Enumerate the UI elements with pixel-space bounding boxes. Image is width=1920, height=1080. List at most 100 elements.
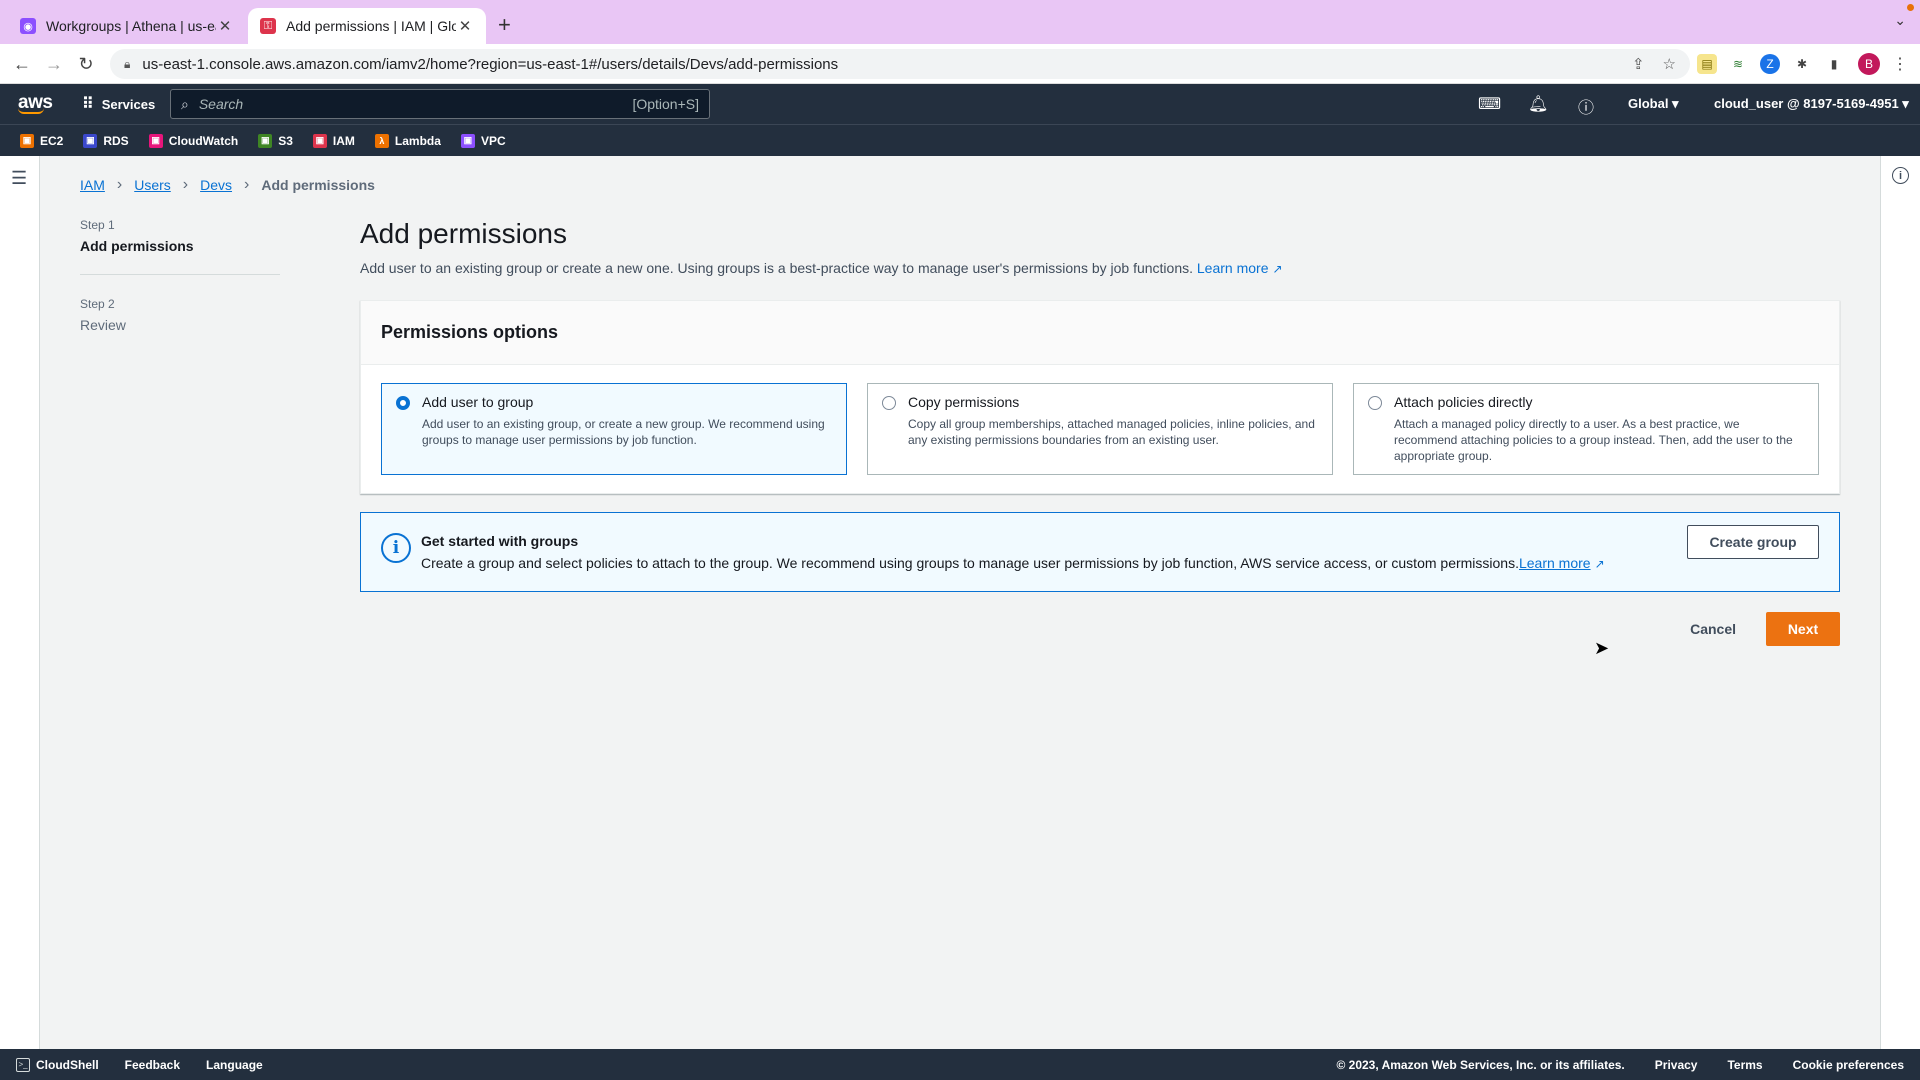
- wizard-steps: Step 1 Add permissions Step 2 Review: [80, 218, 280, 333]
- extension-green-icon[interactable]: ≋: [1728, 54, 1748, 74]
- url-text: us-east-1.console.aws.amazon.com/iamv2/h…: [142, 55, 839, 73]
- permissions-options-tiles: Add user to group Add user to an existin…: [381, 383, 1819, 475]
- search-shortcut: [Option+S]: [632, 96, 699, 112]
- external-link-icon: ↗: [1272, 262, 1283, 276]
- tab-search-chevron-icon[interactable]: ⌄: [1894, 12, 1906, 29]
- breadcrumb-devs[interactable]: Devs: [200, 177, 232, 193]
- option-add-user-to-group[interactable]: Add user to group Add user to an existin…: [381, 383, 847, 475]
- ec2-icon: ▣: [20, 133, 34, 148]
- iam-favicon-icon: ⚿: [260, 18, 276, 34]
- region-selector[interactable]: Global ▾: [1628, 96, 1679, 112]
- notifications-bell-icon[interactable]: 🔔︎: [1528, 94, 1548, 114]
- new-tab-icon[interactable]: +: [498, 12, 511, 38]
- chevron-right-icon: ›: [244, 176, 250, 193]
- extension-notes-icon[interactable]: ▤: [1697, 54, 1717, 74]
- get-started-info-alert: i Get started with groups Create a group…: [360, 512, 1840, 592]
- footer-privacy[interactable]: Privacy: [1655, 1058, 1698, 1072]
- option-label: Copy permissions: [908, 394, 1020, 410]
- info-icon: i: [381, 533, 411, 563]
- alert-body: Create a group and select policies to at…: [421, 555, 1605, 571]
- favorite-ec2[interactable]: ▣ EC2: [20, 133, 63, 148]
- step-divider: [80, 274, 280, 275]
- browser-menu-icon[interactable]: ⋮: [1892, 54, 1908, 74]
- account-menu[interactable]: cloud_user @ 8197-5169-4951 ▾: [1714, 96, 1909, 112]
- favorite-vpc[interactable]: ▣ VPC: [460, 133, 506, 148]
- radio-unchecked[interactable]: [882, 396, 896, 410]
- forward-arrow-icon[interactable]: →: [40, 50, 68, 78]
- option-copy-permissions[interactable]: Copy permissions Copy all group membersh…: [867, 383, 1333, 475]
- option-description: Copy all group memberships, attached man…: [908, 417, 1315, 447]
- back-arrow-icon[interactable]: ←: [8, 50, 36, 78]
- tab-close-icon[interactable]: ✕: [456, 17, 474, 35]
- cancel-button[interactable]: Cancel: [1672, 613, 1754, 645]
- breadcrumb-iam[interactable]: IAM: [80, 177, 105, 193]
- favorite-cloudwatch[interactable]: ▣ CloudWatch: [148, 133, 238, 148]
- radio-checked[interactable]: [396, 396, 410, 410]
- aws-logo[interactable]: aws: [18, 92, 53, 114]
- external-link-icon: ↗: [1594, 557, 1605, 571]
- step-2-title[interactable]: Review: [80, 317, 280, 333]
- share-icon[interactable]: ⇪: [1632, 55, 1645, 73]
- help-question-icon[interactable]: ⓘ: [1578, 94, 1594, 118]
- option-description: Add user to an existing group, or create…: [422, 417, 825, 447]
- cloudshell-icon: >_: [16, 1057, 30, 1072]
- chevron-right-icon: ›: [182, 176, 189, 193]
- rds-icon: ▣: [83, 133, 98, 148]
- radio-unchecked[interactable]: [1368, 396, 1382, 410]
- search-icon: ⌕: [181, 95, 189, 112]
- wizard-actions: Cancel Next: [1672, 612, 1840, 646]
- services-menu-button[interactable]: ⠿ Services: [82, 94, 155, 114]
- footer-feedback[interactable]: Feedback: [125, 1058, 180, 1072]
- address-bar[interactable]: 🔒︎ us-east-1.console.aws.amazon.com/iamv…: [110, 49, 1690, 79]
- reload-icon[interactable]: ↻: [72, 50, 100, 78]
- footer-cookies[interactable]: Cookie preferences: [1793, 1058, 1904, 1072]
- hamburger-menu-icon[interactable]: ☰: [11, 168, 27, 189]
- profile-avatar[interactable]: B: [1858, 53, 1880, 75]
- side-panel-icon[interactable]: ▮: [1824, 54, 1844, 74]
- favorite-iam[interactable]: ▣ IAM: [312, 133, 355, 148]
- footer-terms[interactable]: Terms: [1727, 1058, 1762, 1072]
- learn-more-link[interactable]: Learn more ↗: [1197, 260, 1283, 276]
- breadcrumb-users[interactable]: Users: [134, 177, 171, 193]
- extension-z-icon[interactable]: Z: [1760, 54, 1780, 74]
- step-1-title: Add permissions: [80, 238, 194, 254]
- create-group-button[interactable]: Create group: [1687, 525, 1819, 559]
- alert-learn-more-link[interactable]: Learn more: [1519, 555, 1591, 571]
- footer-cloudshell[interactable]: CloudShell: [36, 1058, 99, 1072]
- cloudshell-terminal-icon[interactable]: ⌨: [1478, 94, 1501, 114]
- aws-top-nav: aws ⠿ Services ⌕ Search [Option+S] ⌨ 🔔︎ …: [0, 84, 1920, 124]
- iam-icon: ▣: [312, 133, 327, 148]
- right-tools-rail: i: [1880, 156, 1920, 1049]
- footer-language[interactable]: Language: [206, 1058, 263, 1072]
- panel-header: Permissions options: [361, 301, 1839, 365]
- aws-search-input[interactable]: ⌕ Search [Option+S]: [170, 89, 710, 119]
- favorite-rds[interactable]: ▣ RDS: [83, 133, 129, 148]
- vpc-icon: ▣: [460, 133, 475, 148]
- page-title: Add permissions: [360, 218, 567, 249]
- chevron-right-icon: ›: [116, 176, 123, 193]
- browser-tab-iam[interactable]: ⚿ Add permissions | IAM | Global ✕: [248, 8, 486, 44]
- lock-icon: 🔒︎: [124, 56, 131, 71]
- extensions-puzzle-icon[interactable]: ✱: [1792, 54, 1812, 74]
- search-placeholder: Search: [198, 96, 244, 112]
- left-nav-rail: ☰: [0, 156, 40, 1049]
- athena-favicon-icon: ◉: [20, 18, 36, 34]
- s3-icon: ▣: [258, 133, 273, 148]
- info-panel-icon[interactable]: i: [1892, 167, 1909, 184]
- mouse-cursor-icon: ➤: [1594, 638, 1610, 658]
- bookmark-star-icon[interactable]: ☆: [1663, 55, 1676, 73]
- tab-close-icon[interactable]: ✕: [216, 17, 234, 35]
- cloudwatch-icon: ▣: [148, 133, 163, 148]
- favorite-lambda[interactable]: λ Lambda: [374, 133, 441, 148]
- tab-title: Add permissions | IAM | Global: [286, 18, 456, 34]
- step-2-number: Step 2: [80, 297, 115, 311]
- recording-indicator-icon: [1907, 4, 1914, 11]
- next-button[interactable]: Next: [1766, 612, 1840, 646]
- services-label: Services: [101, 96, 156, 112]
- favorite-s3[interactable]: ▣ S3: [258, 133, 293, 148]
- main-content: Add permissions Add user to an existing …: [360, 218, 1840, 646]
- favorites-bar: ▣ EC2 ▣ RDS ▣ CloudWatch ▣ S3 ▣ IAM λ Lambda ▣…: [0, 124, 1920, 156]
- alert-title: Get started with groups: [421, 533, 579, 549]
- browser-tab-athena[interactable]: ◉ Workgroups | Athena | us-east ✕: [8, 8, 246, 44]
- option-attach-policies-directly[interactable]: Attach policies directly Attach a manage…: [1353, 383, 1819, 475]
